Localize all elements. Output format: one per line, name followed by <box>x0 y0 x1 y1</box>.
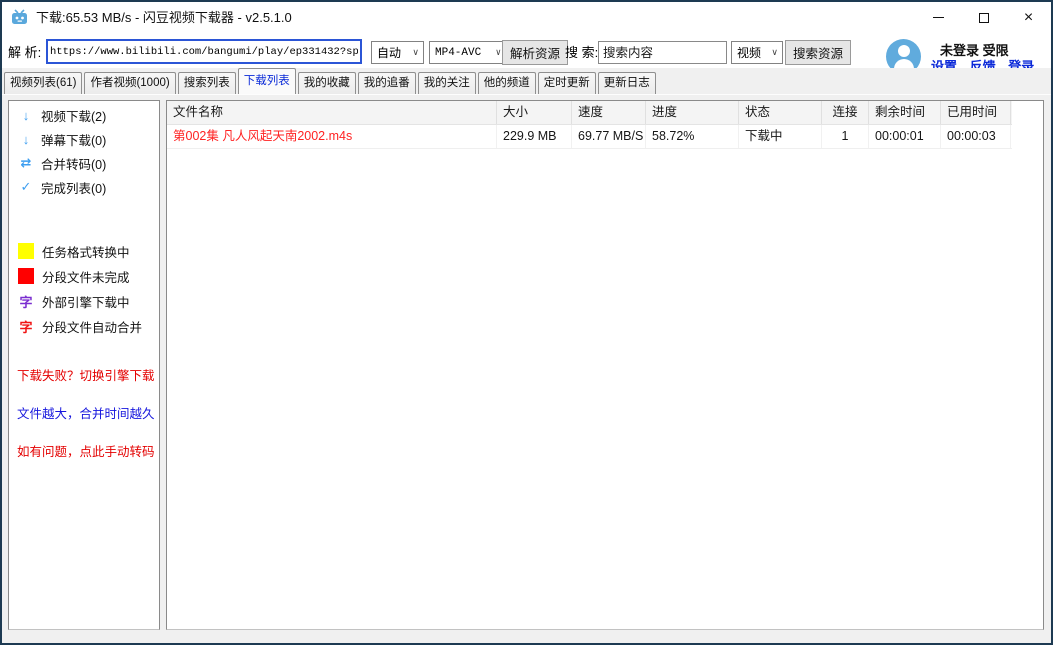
cell-remaining: 00:00:01 <box>869 125 941 148</box>
tab-scheduled-update[interactable]: 定时更新 <box>538 72 596 94</box>
maximize-icon <box>979 13 989 23</box>
tab-download-list[interactable]: 下载列表 <box>238 68 296 94</box>
window-controls: × <box>916 2 1051 33</box>
cell-elapsed: 00:00:03 <box>941 125 1011 148</box>
cell-connections: 1 <box>822 125 869 148</box>
swap-arrows-icon: ⇄ <box>18 155 34 171</box>
check-icon: ✓ <box>18 179 34 195</box>
parse-url-input[interactable] <box>46 39 362 64</box>
search-type-select[interactable]: 视频 ∨ <box>731 41 783 64</box>
cell-size: 229.9 MB <box>497 125 572 148</box>
parse-label: 解 析: <box>8 42 41 61</box>
column-header-connections[interactable]: 连接 <box>822 101 869 124</box>
sidebar-item-video-download[interactable]: ↓ 视频下载(2) <box>9 103 159 127</box>
search-label: 搜 索: <box>565 42 598 61</box>
sidebar-item-danmaku-download[interactable]: ↓ 弹幕下载(0) <box>9 127 159 151</box>
cell-filename: 第002集 凡人风起天南2002.m4s <box>167 125 497 148</box>
mode-select[interactable]: 自动 ∨ <box>371 41 424 64</box>
note-manual-transcode[interactable]: 如有问题，点此手动转码 <box>17 441 155 460</box>
tab-my-favorites[interactable]: 我的收藏 <box>298 72 356 94</box>
search-resource-label: 搜索资源 <box>793 43 843 62</box>
yellow-swatch-icon <box>18 243 34 259</box>
download-arrow-icon: ↓ <box>18 108 34 123</box>
download-list-pane: ↓ 视频下载(2) ↓ 弹幕下载(0) ⇄ 合并转码(0) ✓ 完成列表(0) <box>2 94 1051 643</box>
legend-segment-incomplete: 分段文件未完成 <box>18 267 130 285</box>
tab-my-bangumi[interactable]: 我的追番 <box>358 72 416 94</box>
search-type-value: 视频 <box>737 44 761 61</box>
column-header-elapsed[interactable]: 已用时间 <box>941 101 1011 124</box>
close-icon: × <box>1024 10 1033 26</box>
note-merge-time: 文件越大，合并时间越久 <box>17 403 155 422</box>
format-select-value: MP4-AVC <box>435 47 481 59</box>
search-input[interactable] <box>598 41 727 64</box>
tab-his-channel[interactable]: 他的频道 <box>478 72 536 94</box>
note-switch-engine[interactable]: 下载失败？切换引擎下载 <box>17 365 155 384</box>
cell-progress: 58.72% <box>646 125 739 148</box>
app-logo-icon <box>11 9 28 26</box>
maximize-button[interactable] <box>961 2 1006 33</box>
mode-select-value: 自动 <box>377 44 401 61</box>
column-header-remaining[interactable]: 剩余时间 <box>869 101 941 124</box>
window-title: 下载:65.53 MB/s - 闪豆视频下载器 - v2.5.1.0 <box>36 2 292 33</box>
legend-auto-merge: 字 分段文件自动合并 <box>18 317 142 335</box>
column-header-speed[interactable]: 速度 <box>572 101 646 124</box>
column-header-status[interactable]: 状态 <box>739 101 822 124</box>
close-button[interactable]: × <box>1006 2 1051 33</box>
sidebar-item-completed-list[interactable]: ✓ 完成列表(0) <box>9 175 159 199</box>
search-resource-button[interactable]: 搜索资源 <box>785 40 851 65</box>
parse-resource-label: 解析资源 <box>510 43 560 62</box>
tab-changelog[interactable]: 更新日志 <box>598 72 656 94</box>
tab-my-follows[interactable]: 我的关注 <box>418 72 476 94</box>
tab-author-videos[interactable]: 作者视频(1000) <box>84 72 175 94</box>
legend-converting: 任务格式转换中 <box>18 242 130 260</box>
parse-resource-button[interactable]: 解析资源 <box>502 40 568 65</box>
legend-external-engine: 字 外部引擎下载中 <box>18 292 130 310</box>
chevron-down-icon: ∨ <box>771 47 778 58</box>
chevron-down-icon: ∨ <box>412 47 419 58</box>
zi-glyph-icon: 字 <box>18 317 34 336</box>
user-icon <box>898 45 910 57</box>
zi-glyph-icon: 字 <box>18 292 34 311</box>
cell-status: 下载中 <box>739 125 822 148</box>
table-row[interactable]: 第002集 凡人风起天南2002.m4s 229.9 MB 69.77 MB/S… <box>167 125 1012 149</box>
minimize-button[interactable] <box>916 2 961 33</box>
column-header-filename[interactable]: 文件名称 <box>167 101 497 124</box>
tab-search-list[interactable]: 搜索列表 <box>178 72 236 94</box>
column-header-progress[interactable]: 进度 <box>646 101 739 124</box>
cell-speed: 69.77 MB/S <box>572 125 646 148</box>
download-arrow-icon: ↓ <box>18 132 34 147</box>
format-select[interactable]: MP4-AVC ∨ <box>429 41 506 64</box>
app-window: 下载:65.53 MB/s - 闪豆视频下载器 - v2.5.1.0 × 解 析… <box>0 0 1053 645</box>
tab-bar: 视频列表(61) 作者视频(1000) 搜索列表 下载列表 我的收藏 我的追番 … <box>2 68 1051 94</box>
table-header: 文件名称 大小 速度 进度 状态 连接 剩余时间 已用时间 <box>167 101 1012 125</box>
column-header-size[interactable]: 大小 <box>497 101 572 124</box>
sidebar-item-merge-transcode[interactable]: ⇄ 合并转码(0) <box>9 151 159 175</box>
download-table: 文件名称 大小 速度 进度 状态 连接 剩余时间 已用时间 第002集 凡人风起… <box>166 100 1044 630</box>
download-nav: ↓ 视频下载(2) ↓ 弹幕下载(0) ⇄ 合并转码(0) ✓ 完成列表(0) <box>9 103 159 199</box>
tab-video-list[interactable]: 视频列表(61) <box>4 72 82 94</box>
red-swatch-icon <box>18 268 34 284</box>
chevron-down-icon: ∨ <box>496 48 501 58</box>
download-sidebar: ↓ 视频下载(2) ↓ 弹幕下载(0) ⇄ 合并转码(0) ✓ 完成列表(0) <box>8 100 160 630</box>
minimize-icon <box>933 17 944 18</box>
